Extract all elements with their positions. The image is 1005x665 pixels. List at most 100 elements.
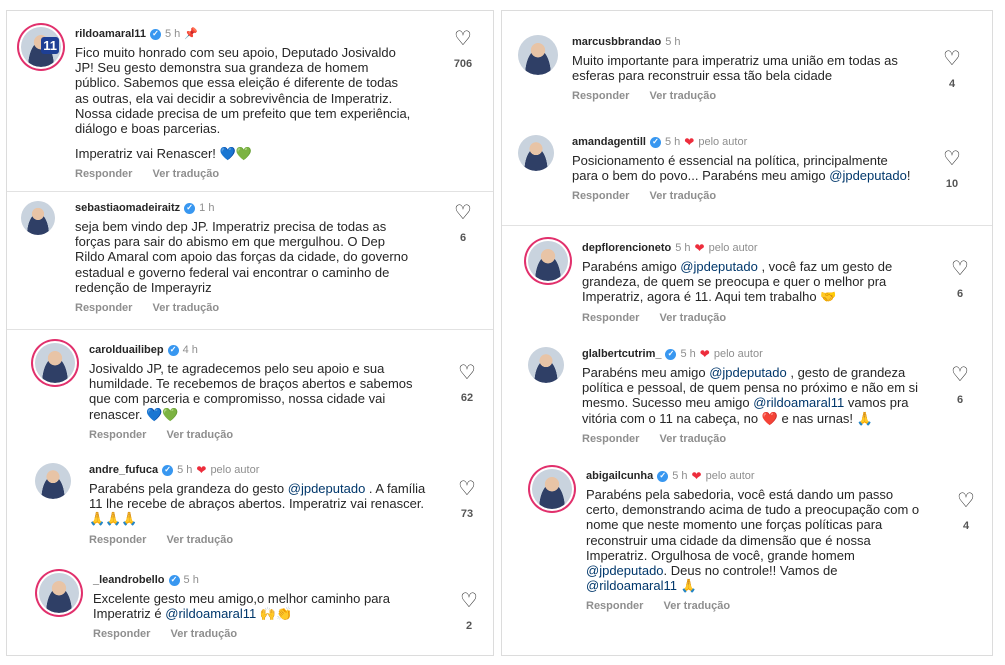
reply-button[interactable]: Responder (582, 433, 639, 445)
comment-text-part: ! (906, 168, 911, 184)
verified-badge-icon: ✓ (167, 344, 179, 356)
divider (502, 225, 992, 226)
comment-username[interactable]: abigailcunha (586, 469, 653, 483)
like-heart-icon[interactable]: ♡ (443, 29, 483, 49)
avatar[interactable] (518, 135, 554, 171)
comment-time: 1 h (199, 202, 215, 214)
avatar[interactable] (35, 343, 75, 383)
comment-text: seja bem vindo dep JP. Imperatriz precis… (75, 219, 409, 295)
author-liked-heart-icon: ❤ (694, 241, 705, 255)
reply-button[interactable]: Responder (89, 534, 146, 546)
reply-button[interactable]: Responder (89, 429, 146, 441)
like-count: 6 (956, 394, 964, 406)
like-count: 6 (956, 288, 964, 300)
like-count: 2 (465, 620, 473, 632)
verified-badge-icon: ✓ (649, 136, 661, 148)
like-count: 62 (460, 392, 474, 404)
like-heart-icon[interactable]: ♡ (449, 591, 489, 611)
mention-link[interactable]: @jpdeputado (709, 365, 787, 380)
mention-link[interactable]: @jpdeputado (680, 259, 758, 274)
like-heart-icon[interactable]: ♡ (946, 491, 986, 511)
translate-button[interactable]: Ver tradução (649, 90, 716, 102)
like-count: 706 (453, 58, 473, 70)
translate-button[interactable]: Ver tradução (170, 628, 237, 640)
mention-link[interactable]: @jpdeputado (829, 168, 907, 183)
comment-username[interactable]: rildoamaral11 (75, 27, 146, 41)
like-count: 4 (948, 78, 956, 90)
translate-button[interactable]: Ver tradução (659, 312, 726, 324)
comment-text: Parabéns pela sabedoria, você está dando… (586, 487, 952, 593)
comment-username[interactable]: sebastiaomadeiraitz (75, 201, 180, 215)
avatar[interactable] (39, 573, 79, 613)
comment-time: 5 h (183, 574, 199, 586)
avatar[interactable] (532, 469, 572, 509)
reply-button[interactable]: Responder (582, 312, 639, 324)
mention-link[interactable]: @rildoamaral11 (753, 395, 844, 410)
comment-username[interactable]: carolduailibep (89, 343, 164, 357)
like-heart-icon[interactable]: ♡ (443, 203, 483, 223)
comment-username[interactable]: depflorencioneto (582, 241, 671, 255)
translate-button[interactable]: Ver tradução (166, 429, 233, 441)
comment-time: 4 h (182, 344, 198, 356)
comment-username[interactable]: amandagentill (572, 135, 646, 149)
by-author-label: pelo autor (713, 348, 763, 360)
comment-text: Fico muito honrado com seu apoio, Deputa… (75, 45, 411, 137)
author-liked-heart-icon: ❤ (691, 469, 702, 483)
mention-link[interactable]: @rildoamaral11 (165, 606, 256, 621)
comment-text: Parabéns amigo @jpdeputado , você faz um… (582, 259, 942, 305)
verified-badge-icon: ✓ (162, 464, 174, 476)
like-heart-icon[interactable]: ♡ (447, 479, 487, 499)
by-author-label: pelo autor (708, 242, 758, 254)
reply-button[interactable]: Responder (75, 302, 132, 314)
like-count: 10 (945, 178, 959, 190)
avatar[interactable] (21, 201, 55, 235)
comment-username[interactable]: andre_fufuca (89, 463, 158, 477)
comment-text-part: Parabéns meu amigo (582, 365, 710, 380)
like-count: 6 (459, 232, 467, 244)
comment-text-part: 🙌👏 (256, 606, 293, 622)
divider (7, 191, 493, 192)
avatar[interactable] (528, 347, 564, 383)
like-heart-icon[interactable]: ♡ (932, 49, 972, 69)
like-heart-icon[interactable]: ♡ (932, 149, 972, 169)
mention-link[interactable]: @rildoamaral11 (586, 578, 677, 593)
comment-username[interactable]: glalbertcutrim_ (582, 347, 661, 361)
reply-button[interactable]: Responder (572, 90, 629, 102)
comment-text-part: Parabéns pela grandeza do gesto (89, 481, 288, 496)
comment-time: 5 h (680, 348, 696, 360)
mention-link[interactable]: @jpdeputado (586, 563, 664, 578)
verified-badge-icon: ✓ (184, 202, 196, 214)
comment-text: Josivaldo JP, te agradecemos pelo seu ap… (89, 361, 413, 422)
comment-username[interactable]: _leandrobello (93, 573, 165, 587)
comment-time: 5 h (164, 28, 181, 40)
translate-button[interactable]: Ver tradução (649, 190, 716, 202)
verified-badge-icon: ✓ (168, 574, 180, 586)
avatar[interactable] (35, 463, 71, 499)
left-comments-panel: 11 rildoamaral11 ✓ 5 h 📌 Fico muito honr… (6, 10, 494, 656)
translate-button[interactable]: Ver tradução (663, 600, 730, 612)
reply-button[interactable]: Responder (572, 190, 629, 202)
avatar[interactable] (528, 241, 568, 281)
comment-text-part: Parabéns amigo (582, 259, 681, 274)
avatar[interactable] (518, 35, 558, 75)
translate-button[interactable]: Ver tradução (152, 302, 219, 314)
like-count: 73 (460, 508, 474, 520)
avatar[interactable]: 11 (21, 27, 61, 67)
verified-badge-icon: ✓ (149, 28, 161, 40)
comment-text: Parabéns meu amigo @jpdeputado , gesto d… (582, 365, 952, 426)
like-heart-icon[interactable]: ♡ (940, 365, 980, 385)
reply-button[interactable]: Responder (75, 168, 132, 180)
like-heart-icon[interactable]: ♡ (447, 363, 487, 383)
mention-link[interactable]: @jpdeputado (288, 481, 366, 496)
like-heart-icon[interactable]: ♡ (940, 259, 980, 279)
comment-time: 5 h (665, 36, 681, 48)
translate-button[interactable]: Ver tradução (166, 534, 233, 546)
comment-username[interactable]: marcusbbrandao (572, 35, 661, 49)
translate-button[interactable]: Ver tradução (659, 433, 726, 445)
comment-text: Excelente gesto meu amigo,o melhor camin… (93, 591, 443, 621)
reply-button[interactable]: Responder (93, 628, 150, 640)
reply-button[interactable]: Responder (586, 600, 643, 612)
translate-button[interactable]: Ver tradução (152, 168, 219, 180)
author-liked-heart-icon: ❤ (196, 463, 207, 477)
pin-icon: 📌 (184, 28, 198, 40)
